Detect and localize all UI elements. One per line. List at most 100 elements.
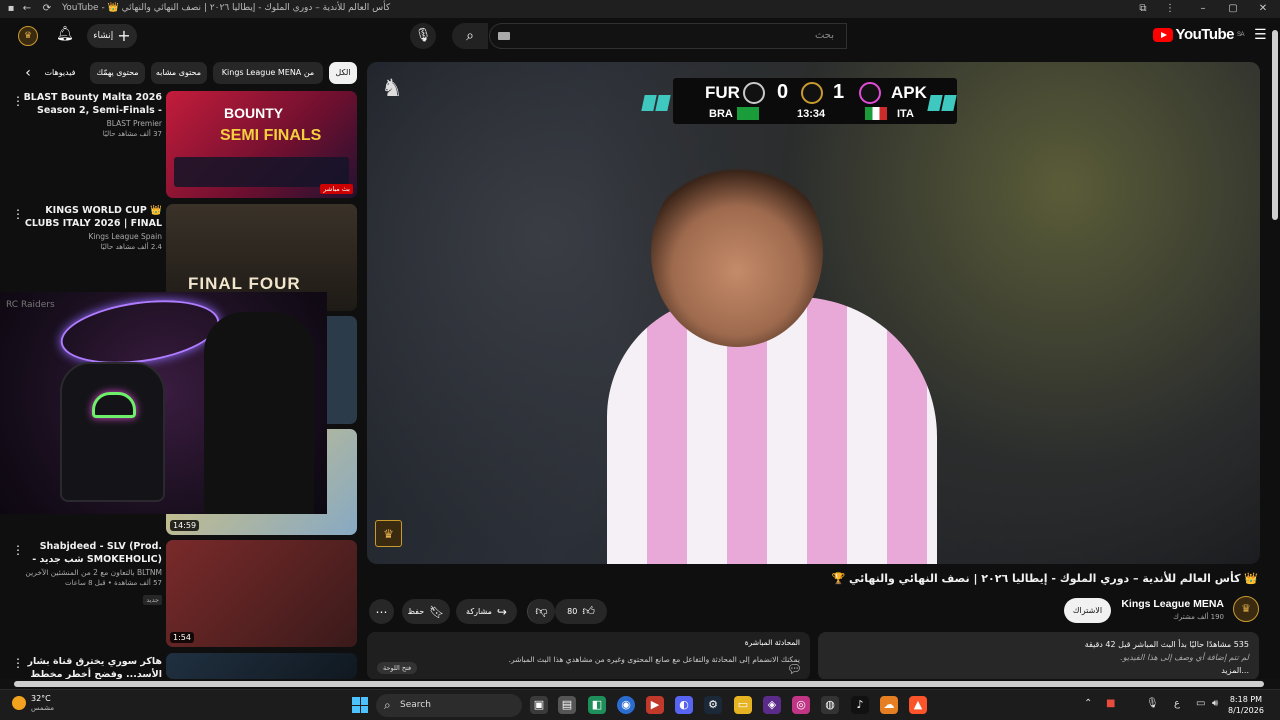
reload-icon[interactable]: ⟳ bbox=[40, 2, 54, 16]
system-clock[interactable]: 8:18 PM 8/1/2026 bbox=[1228, 694, 1264, 716]
save-button[interactable]: حفظ 🔖︎ bbox=[402, 599, 450, 624]
channel-watermark-icon[interactable]: ♛ bbox=[375, 520, 402, 547]
home-team: FUR bbox=[705, 83, 740, 102]
more-actions-button[interactable]: ⋯ bbox=[369, 599, 394, 624]
cloud-icon[interactable]: ☁ bbox=[880, 696, 898, 714]
chip-from-channel[interactable]: من Kings League MENA bbox=[213, 62, 323, 84]
temperature: 32°C bbox=[31, 694, 51, 703]
thumbs-down-icon: 👎︎ bbox=[535, 604, 548, 618]
rec-title: هاكر سوري يخترق قناة بشار الأسد... وفضح … bbox=[27, 656, 162, 679]
chip-videos[interactable]: فيديوهات bbox=[38, 62, 82, 84]
video-player[interactable]: ♞ ♛ FUR 0 1 APK BRA 13:34 ITA bbox=[367, 62, 1260, 564]
chrome-icon[interactable]: ◉ bbox=[617, 696, 635, 714]
like-count: 80 bbox=[567, 607, 578, 616]
clock-date: 8/1/2026 bbox=[1228, 706, 1264, 715]
account-avatar[interactable]: ♛ bbox=[18, 26, 38, 46]
list-item[interactable]: ⋮ هاكر سوري يخترق قناة بشار الأسد... وفض… bbox=[0, 653, 358, 679]
app-icon[interactable]: ◈ bbox=[763, 696, 781, 714]
volume-icon[interactable]: 🔊︎ bbox=[1212, 698, 1218, 709]
taskbar: 32°C مشمس Search ▣ ▤ ◧ ◉ ▶ ◐ ⚙ ▭ ◈ ◎ ◍ ♪… bbox=[0, 689, 1280, 720]
rec-title: 👑 KINGS WORLD CUP CLUBS ITALY 2026 | FIN… bbox=[24, 205, 162, 229]
subscribe-button[interactable]: الاشتراك bbox=[1064, 598, 1111, 623]
thumb-title: FINAL FOUR bbox=[188, 274, 301, 293]
minimize-icon[interactable]: – bbox=[1196, 2, 1210, 16]
rec-meta: 57 ألف مشاهدة • قبل 8 ساعات bbox=[64, 579, 162, 587]
brave-icon[interactable]: ▲ bbox=[909, 696, 927, 714]
steam-icon[interactable]: ⚙ bbox=[704, 696, 722, 714]
file-explorer-icon[interactable]: ▭ bbox=[734, 696, 752, 714]
list-item[interactable]: 1:54 ⋮ Shabjdeed - SLV (Prod. SMOKEHOLIC… bbox=[0, 540, 358, 648]
instagram-icon[interactable]: ◎ bbox=[792, 696, 810, 714]
ellipsis-icon: ⋯ bbox=[375, 604, 388, 619]
sun-icon bbox=[12, 696, 26, 710]
extensions-icon[interactable]: ⧉ bbox=[1136, 2, 1150, 16]
rec-channel[interactable]: Kings League Spain bbox=[22, 232, 162, 241]
video-thumbnail[interactable] bbox=[166, 653, 357, 679]
chips-scroll-left-icon[interactable]: ‹ bbox=[20, 62, 36, 84]
search-input[interactable]: بحث bbox=[489, 23, 847, 49]
youtube-logo[interactable]: YouTube SA bbox=[1152, 26, 1245, 43]
dislike-button[interactable]: 👎︎ bbox=[527, 599, 555, 624]
browser-menu-icon[interactable]: ▪ bbox=[4, 2, 18, 16]
rec-channel[interactable]: BLAST Premier bbox=[22, 119, 162, 128]
description-box[interactable]: 535 مشاهدًا حاليًا بدأ البث المباشر قبل … bbox=[818, 632, 1259, 680]
network-icon[interactable]: ▭ bbox=[1196, 698, 1205, 709]
keyboard-language[interactable]: ع bbox=[1174, 698, 1180, 709]
tray-expand-icon[interactable]: ⌃ bbox=[1084, 698, 1092, 709]
open-chat-button[interactable]: فتح اللوحة bbox=[377, 662, 418, 674]
kings-league-watermark-icon: ♞ bbox=[381, 74, 403, 102]
chip-related[interactable]: محتوى مشابه bbox=[151, 62, 207, 84]
share-button[interactable]: مشاركة ↪ bbox=[456, 599, 517, 624]
channel-avatar[interactable]: ♛ bbox=[1233, 596, 1259, 622]
voice-search-icon[interactable]: 🎙︎ bbox=[410, 23, 436, 49]
youtube-app-icon[interactable]: ▶ bbox=[646, 696, 664, 714]
maximize-icon[interactable]: ▢ bbox=[1226, 2, 1240, 16]
list-item[interactable]: BOUNTY SEMI FINALS بث مباشر ⋮ BLAST Boun… bbox=[0, 91, 358, 199]
live-chat-title: المحادثة المباشرة bbox=[744, 638, 800, 647]
video-thumbnail[interactable]: 1:54 bbox=[166, 540, 357, 647]
vertical-scroll-thumb[interactable] bbox=[1272, 30, 1278, 220]
save-label: حفظ bbox=[407, 607, 425, 616]
mic-tray-icon[interactable]: 🎙︎ bbox=[1146, 698, 1159, 709]
tiktok-icon[interactable]: ♪ bbox=[851, 696, 869, 714]
chair-rgb-light bbox=[92, 392, 136, 418]
neon-light bbox=[56, 292, 224, 373]
chip-all[interactable]: الكل bbox=[329, 62, 357, 84]
close-icon[interactable]: ✕ bbox=[1256, 2, 1270, 16]
away-country: ITA bbox=[897, 108, 914, 120]
share-icon: ↪ bbox=[496, 604, 507, 619]
webcam-overlay: RC Raiders bbox=[0, 292, 327, 514]
taskbar-search[interactable]: Search bbox=[376, 694, 522, 717]
app-icon[interactable]: ◧ bbox=[588, 696, 606, 714]
like-button[interactable]: 80 👍︎ bbox=[555, 599, 607, 624]
rec-channel[interactable]: BLTNM بالتعاون مع 2 من المنشئين الآخرين bbox=[22, 568, 162, 577]
home-country: BRA bbox=[709, 108, 733, 120]
widgets-icon[interactable]: ▤ bbox=[558, 696, 576, 714]
youtube-play-icon bbox=[1152, 27, 1173, 42]
menu-icon[interactable]: ☰ bbox=[1254, 28, 1270, 42]
vertical-scrollbar[interactable] bbox=[1270, 18, 1280, 680]
create-button[interactable]: إنشاء + bbox=[87, 24, 137, 48]
task-view-icon[interactable]: ▣ bbox=[530, 696, 548, 714]
tray-app-icon[interactable]: ■ bbox=[1106, 698, 1115, 709]
player-head bbox=[651, 157, 823, 347]
rec-text: Shabjdeed - SLV (Prod. SMOKEHOLIC) شب جد… bbox=[22, 540, 162, 606]
obs-icon[interactable]: ◍ bbox=[821, 696, 839, 714]
back-icon[interactable]: ← bbox=[20, 2, 34, 16]
keyboard-icon[interactable] bbox=[498, 32, 510, 40]
chat-icon: 💬︎ bbox=[786, 662, 802, 676]
description-text: لم تتم إضافة أي وصف إلى هذا الفيديو. bbox=[1120, 653, 1249, 662]
weather-widget[interactable]: 32°C مشمس bbox=[12, 694, 54, 712]
discord-icon[interactable]: ◐ bbox=[675, 696, 693, 714]
weather-condition: مشمس bbox=[31, 704, 54, 712]
search-button[interactable]: ⌕ bbox=[452, 23, 488, 49]
channel-name[interactable]: Kings League MENA bbox=[1100, 598, 1224, 610]
notifications-icon[interactable]: 🔔︎ bbox=[56, 26, 74, 42]
more-icon[interactable]: ⋮ bbox=[1163, 2, 1177, 16]
horizontal-scroll-thumb[interactable] bbox=[14, 681, 1264, 687]
chip-for-you[interactable]: محتوى يهمّك bbox=[90, 62, 145, 84]
start-button[interactable] bbox=[352, 697, 368, 713]
horizontal-scrollbar[interactable] bbox=[0, 679, 1280, 689]
description-more[interactable]: ...المزيد bbox=[828, 664, 1249, 677]
video-thumbnail[interactable]: BOUNTY SEMI FINALS بث مباشر bbox=[166, 91, 357, 198]
